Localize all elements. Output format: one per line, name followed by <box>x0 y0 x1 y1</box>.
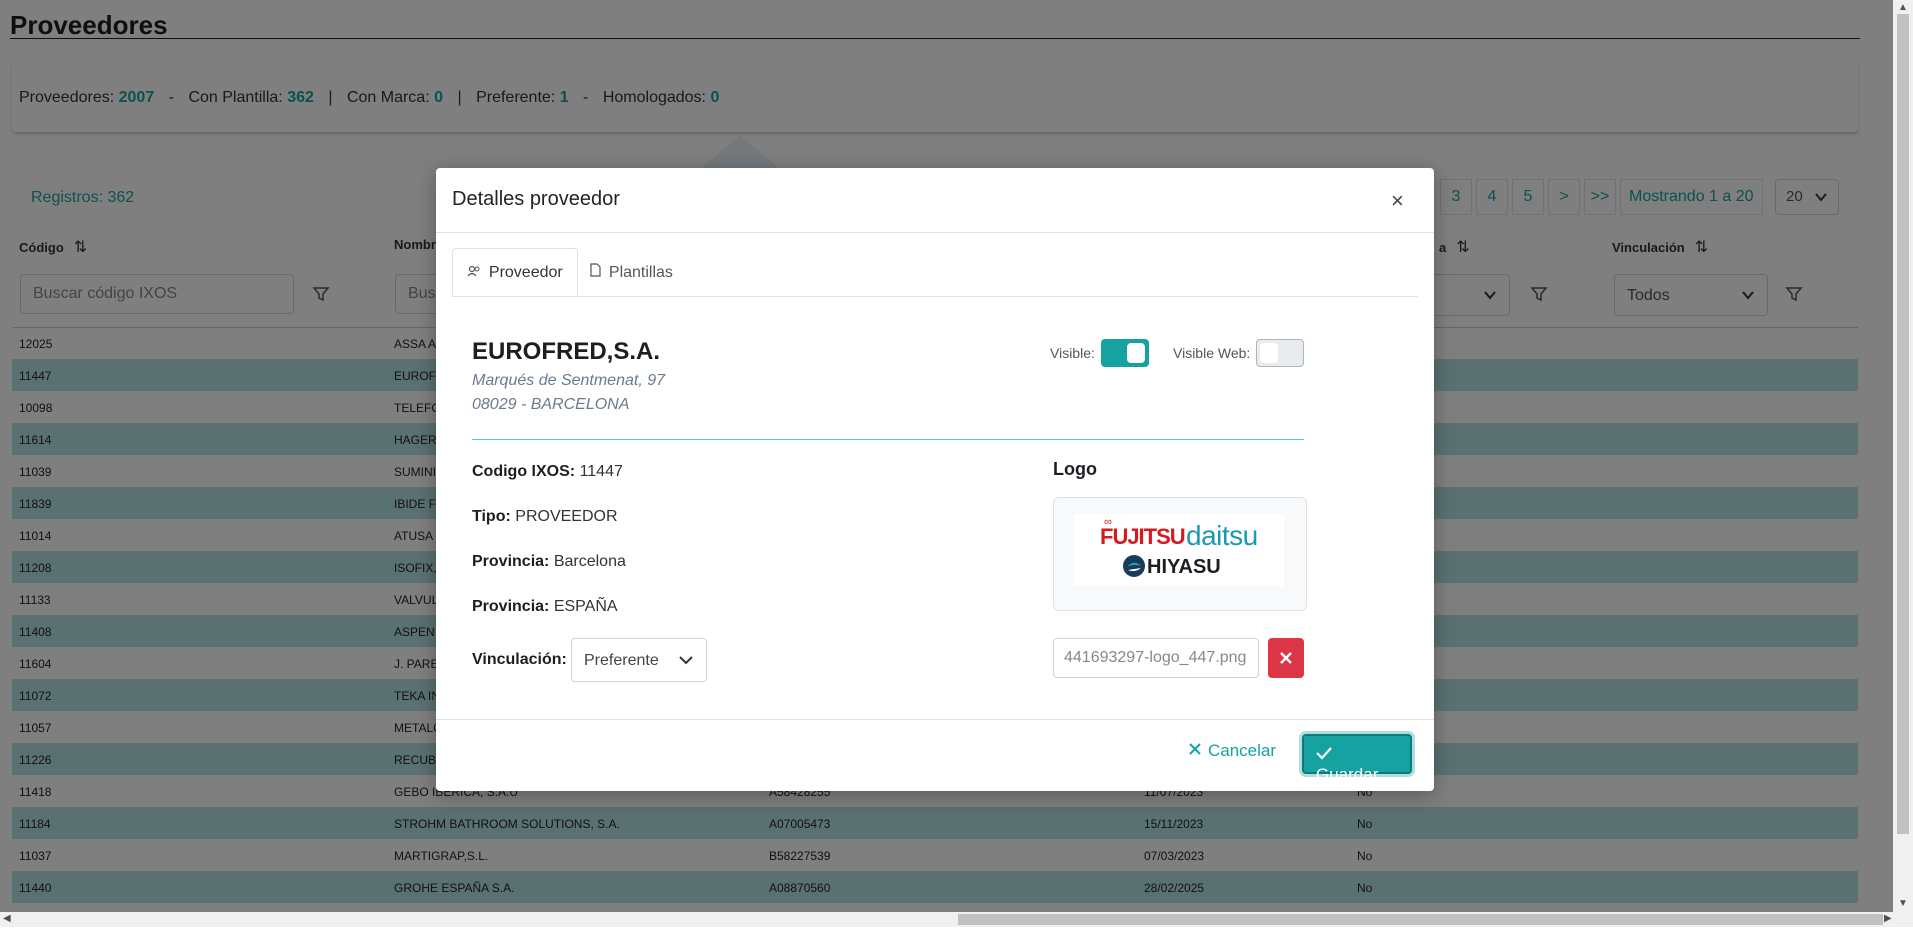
field-provincia-label: Provincia: <box>472 553 550 570</box>
field-vinculacion: Vinculación: <box>472 651 567 669</box>
infinity-icon: ∞ <box>1104 516 1112 528</box>
tab-plantillas-label: Plantillas <box>608 264 673 281</box>
logo-preview: FUJITSU ∞ daitsu HIYASU <box>1053 497 1307 611</box>
document-icon <box>590 263 605 280</box>
field-tipo-value: PROVEEDOR <box>515 508 618 525</box>
logo-hiyasu-text: HIYASU <box>1147 556 1221 578</box>
field-provincia-value: Barcelona <box>553 553 626 570</box>
cancel-button[interactable]: Cancelar <box>1188 741 1276 761</box>
logo-fujitsu-text: FUJITSU <box>1100 524 1186 549</box>
visible-label: Visible: <box>1050 345 1095 361</box>
modal-tabs: Proveedor Plantillas <box>452 248 1418 297</box>
scroll-left-icon[interactable]: ◀ <box>3 913 11 924</box>
modal-header-divider <box>436 232 1434 233</box>
toggle-knob <box>1260 343 1278 363</box>
logo-daitsu-text: daitsu <box>1186 520 1258 551</box>
horizontal-scrollbar[interactable]: ◀ ▶ <box>0 912 1913 927</box>
field-pais-label: Provincia: <box>472 598 550 615</box>
address-city: 08029 - BARCELONA <box>472 396 630 413</box>
vinculacion-select[interactable]: Preferente <box>571 638 707 682</box>
visible-toggle[interactable] <box>1101 339 1149 367</box>
visible-web-toggle[interactable] <box>1256 339 1304 367</box>
toggle-knob <box>1127 343 1145 363</box>
brand-logo: FUJITSU ∞ daitsu HIYASU <box>1074 514 1284 586</box>
check-icon <box>1316 747 1332 760</box>
tab-proveedor-label: Proveedor <box>488 264 563 281</box>
address-street: Marqués de Sentmenat, 97 <box>472 372 666 389</box>
hiyasu-swirl-icon <box>1122 554 1146 583</box>
logo-file-input[interactable]: 441693297-logo_447.png <box>1053 638 1259 678</box>
field-provincia: Provincia: Barcelona <box>472 553 626 571</box>
save-label: Guardar <box>1316 765 1379 784</box>
cancel-label: Cancelar <box>1208 741 1277 760</box>
company-name: EUROFRED,S.A. <box>472 338 661 365</box>
scrollbar-thumb[interactable] <box>1897 14 1909 834</box>
field-pais-value: ESPAÑA <box>553 598 618 615</box>
close-icon[interactable]: × <box>1391 188 1404 214</box>
delete-logo-button[interactable] <box>1268 638 1304 678</box>
vertical-scrollbar[interactable]: ▲ ▼ <box>1893 0 1913 912</box>
scroll-down-icon[interactable]: ▼ <box>1898 898 1908 909</box>
modal-title: Detalles proveedor <box>452 188 620 210</box>
users-icon <box>467 264 485 280</box>
save-button[interactable]: Guardar <box>1302 734 1412 784</box>
scroll-up-icon[interactable]: ▲ <box>1898 2 1908 13</box>
field-pais: Provincia: ESPAÑA <box>472 598 618 616</box>
field-codigo-label: Codigo IXOS: <box>472 463 576 480</box>
scrollbar-thumb[interactable] <box>958 914 1883 925</box>
supplier-details-modal: Detalles proveedor × Proveedor Plantilla… <box>436 168 1434 791</box>
scroll-right-icon[interactable]: ▶ <box>1884 913 1892 924</box>
field-tipo-label: Tipo: <box>472 508 511 525</box>
section-divider <box>472 439 1304 440</box>
tab-plantillas[interactable]: Plantillas <box>576 248 687 296</box>
close-icon <box>1280 652 1292 664</box>
logo-title: Logo <box>1053 459 1097 479</box>
field-tipo: Tipo: PROVEEDOR <box>472 508 618 526</box>
tab-proveedor[interactable]: Proveedor <box>452 248 578 296</box>
chevron-down-icon <box>678 652 694 673</box>
close-icon <box>1189 743 1201 755</box>
field-vinculacion-label: Vinculación: <box>472 651 567 668</box>
modal-footer-divider <box>436 719 1434 720</box>
vinculacion-select-value: Preferente <box>584 652 659 669</box>
field-codigo-value: 11447 <box>579 463 623 480</box>
visible-web-label: Visible Web: <box>1173 345 1251 361</box>
field-codigo: Codigo IXOS: 11447 <box>472 463 623 481</box>
